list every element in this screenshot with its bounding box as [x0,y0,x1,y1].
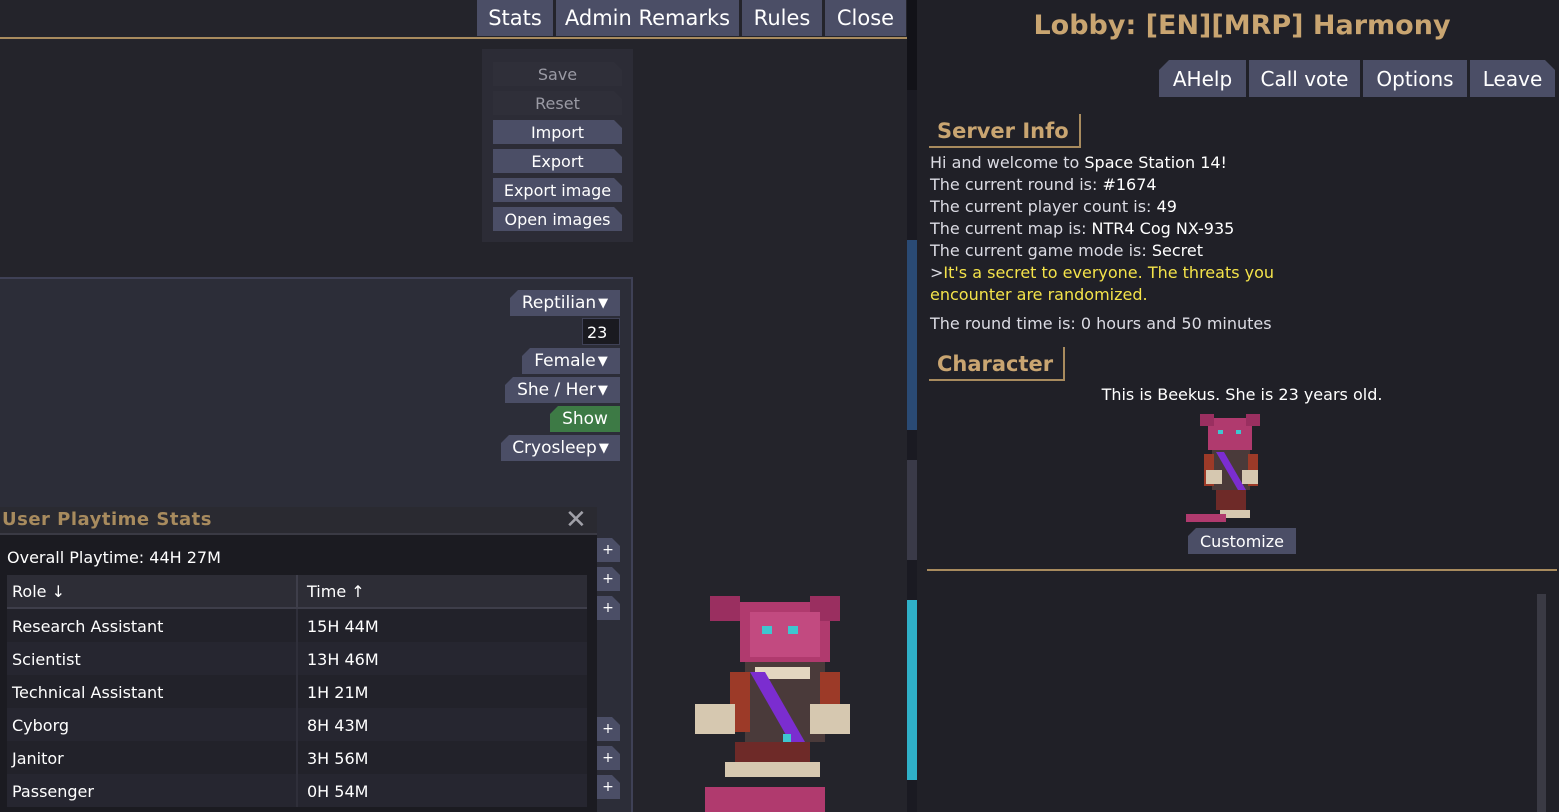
table-row: Technical Assistant 1H 21M [7,675,587,708]
round-value: #1674 [1102,175,1157,194]
role-cell: Technical Assistant [12,683,164,702]
welcome-prefix: Hi and welcome to [930,153,1085,172]
sex-label: Female [534,351,596,371]
playtime-stats-window: User Playtime Stats ✕ Overall Playtime: … [0,507,597,812]
role-cell: Scientist [12,650,81,669]
pronouns-dropdown[interactable]: She / Her ▼ [505,377,620,403]
window-title: User Playtime Stats [2,509,212,530]
server-info-heading: Server Info [929,114,1081,148]
time-cell: 13H 46M [307,650,379,669]
chat-scrollbar[interactable] [1537,594,1546,812]
profile-actions-panel: Save Reset Import Export Export image Op… [482,49,633,242]
export-button[interactable]: Export [493,149,622,173]
call-vote-button[interactable]: Call vote [1249,60,1360,97]
customize-button[interactable]: Customize [1188,528,1296,554]
game-mode-line: The current game mode is: Secret [930,241,1203,260]
open-images-button[interactable]: Open images [493,207,622,231]
show-clothing-toggle[interactable]: Show [550,406,620,432]
table-row: Janitor 3H 56M [7,741,587,774]
mode-description-line2: encounter are randomized. [930,285,1148,304]
tab-admin-remarks[interactable]: Admin Remarks [556,0,739,36]
reset-button[interactable]: Reset [493,91,622,115]
role-cell: Janitor [12,749,64,768]
player-count-value: 49 [1156,197,1177,216]
time-cell: 0H 54M [307,782,369,801]
players-prefix: The current player count is: [930,197,1157,216]
role-cell: Passenger [12,782,94,801]
mode-desc-marker: > [930,263,944,282]
chevron-down-icon: ▼ [598,440,609,456]
mode-value: Secret [1151,241,1203,260]
character-preview-large [695,596,850,812]
window-titlebar: User Playtime Stats ✕ [0,507,597,535]
import-button[interactable]: Import [493,120,622,144]
round-line: The current round is: #1674 [930,175,1157,194]
column-header-time[interactable]: Time ↑ [307,582,365,601]
overall-playtime: Overall Playtime: 44H 27M [7,548,221,567]
time-cell: 8H 43M [307,716,369,735]
mode-desc-text: It's a secret to everyone. The threats y… [943,263,1275,282]
welcome-line: Hi and welcome to Space Station 14! [930,153,1227,172]
background-strip [907,90,917,812]
map-value: NTR4 Cog NX-935 [1091,219,1235,238]
chevron-down-icon: ▼ [598,295,609,311]
table-row: Research Assistant 15H 44M [7,609,587,642]
save-button[interactable]: Save [493,62,622,86]
sex-dropdown[interactable]: Female ▼ [522,348,620,374]
lobby-title: Lobby: [EN][MRP] Harmony [1033,10,1451,41]
character-heading: Character [929,347,1066,381]
character-preview-small [1186,414,1260,522]
player-count-line: The current player count is: 49 [930,197,1177,216]
table-row: Scientist 13H 46M [7,642,587,675]
map-prefix: The current map is: [930,219,1092,238]
species-label: Reptilian [521,293,597,313]
tab-rules[interactable]: Rules [742,0,822,36]
table-row: Cyborg 8H 43M [7,708,587,741]
time-cell: 3H 56M [307,749,369,768]
table-header: Role ↓ Time ↑ [7,575,587,609]
map-line: The current map is: NTR4 Cog NX-935 [930,219,1234,238]
role-cell: Cyborg [12,716,70,735]
chevron-down-icon: ▼ [597,353,608,369]
character-description: This is Beekus. She is 23 years old. [1101,385,1383,404]
column-header-role[interactable]: Role ↓ [12,582,65,601]
server-name: Space Station 14! [1084,153,1227,172]
round-prefix: The current round is: [930,175,1103,194]
pronouns-label: She / Her [517,380,596,400]
table-row: Passenger 0H 54M [7,774,587,807]
options-button[interactable]: Options [1363,60,1467,97]
column-divider [296,575,298,609]
species-dropdown[interactable]: Reptilian ▼ [510,290,620,316]
mode-prefix: The current game mode is: [930,241,1152,260]
role-cell: Research Assistant [12,617,164,636]
export-image-button[interactable]: Export image [493,178,622,202]
close-icon[interactable]: ✕ [565,507,587,533]
tab-stats[interactable]: Stats [477,0,553,36]
leave-button[interactable]: Leave [1470,60,1555,97]
close-button[interactable]: Close [825,0,906,36]
age-input[interactable]: 23 [582,318,620,345]
round-time-line: The round time is: 0 hours and 50 minute… [930,314,1272,333]
chevron-down-icon: ▼ [597,382,608,398]
spawn-label: Cryosleep [512,438,597,458]
ahelp-button[interactable]: AHelp [1159,60,1246,97]
spawn-point-dropdown[interactable]: Cryosleep ▼ [501,435,620,461]
mode-description-line1: >It's a secret to everyone. The threats … [930,263,1274,282]
time-cell: 15H 44M [307,617,379,636]
section-divider [927,569,1557,571]
time-cell: 1H 21M [307,683,369,702]
header-divider [0,37,907,39]
